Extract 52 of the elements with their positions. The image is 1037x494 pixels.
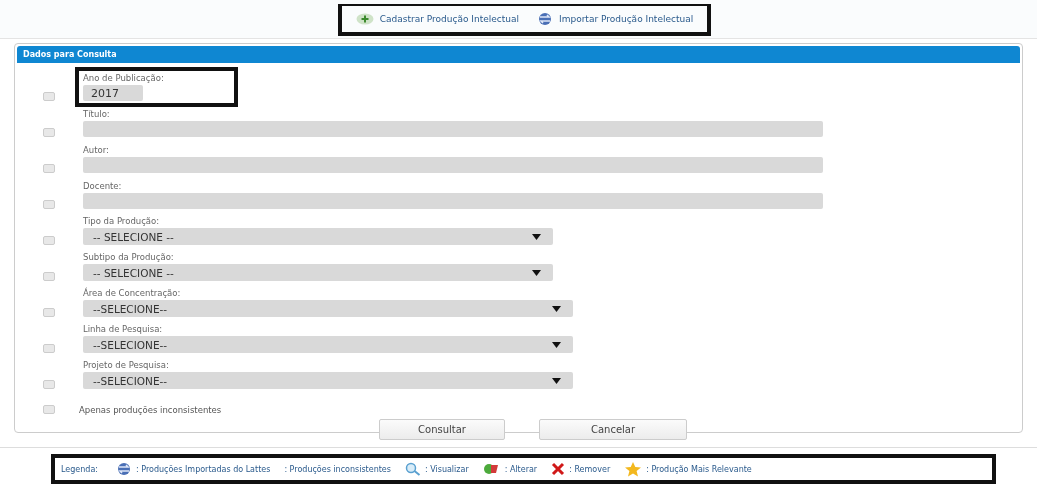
dropdown-arrow-icon [552,305,561,312]
legend-text: : Produção Mais Relevante [646,464,752,474]
star-icon [624,461,643,477]
text-field[interactable] [83,121,823,137]
dropdown[interactable]: --SELECIONE-- [83,372,573,389]
field-label: Área de Concentração: [83,288,182,298]
checkbox[interactable] [43,236,55,245]
legend-title: Legenda: [61,464,98,474]
checkbox[interactable] [43,308,55,317]
x-icon [551,462,566,476]
form-button[interactable]: Consultar [379,419,505,440]
dropdown-arrow-icon [552,377,561,384]
checkbox[interactable] [43,344,55,353]
dropdown-arrow-icon [532,233,541,240]
dropdown[interactable]: -- SELECIONE -- [83,264,553,281]
field-label: Subtipo da Produção: [83,252,175,262]
plus-circle-icon [355,13,374,25]
action-link[interactable]: Cadastrar Produção Intelectual [355,13,520,25]
checkbox[interactable] [43,380,55,389]
dropdown-arrow-icon [532,269,541,276]
legend-text: : Alterar [504,464,538,474]
checkbox[interactable] [43,128,55,137]
action-link[interactable]: Importar Produção Intelectual [537,12,694,26]
panel-header: Dados para Consulta [17,46,1020,63]
field-label: Ano de Publicação: [83,73,164,83]
checkbox-label: Apenas produções inconsistentes [79,405,222,415]
dropdown-arrow-icon [552,341,561,348]
field-label: Tipo da Produção: [83,216,161,226]
dropdown[interactable]: --SELECIONE-- [83,300,573,317]
legend-text: : Remover [569,464,611,474]
field-label: Projeto de Pesquisa: [83,360,170,370]
dropdown[interactable]: -- SELECIONE -- [83,228,553,245]
text-field[interactable] [83,157,823,173]
legend-text: : Produções Importadas do Lattes [136,464,271,474]
legend-text: : Visualizar [424,464,469,474]
checkbox[interactable] [43,405,55,414]
field-label: Docente: [83,181,123,191]
checkbox[interactable] [43,200,55,209]
field-label: Linha de Pesquisa: [83,324,164,334]
dropdown[interactable]: --SELECIONE-- [83,336,573,353]
checkbox[interactable] [43,164,55,173]
text-field[interactable] [83,193,823,209]
legend-text: : Produções inconsistentes [284,464,391,474]
field-label: Autor: [83,145,110,155]
checkbox[interactable] [43,272,55,281]
field-label: Título: [83,109,111,119]
magnifier-icon [404,462,421,476]
globe-arrow-icon [116,462,132,476]
text-field[interactable]: 2017 [83,85,143,101]
checkbox[interactable] [43,92,55,101]
form-button[interactable]: Cancelar [539,419,687,440]
globe-arrow-icon [537,12,554,26]
